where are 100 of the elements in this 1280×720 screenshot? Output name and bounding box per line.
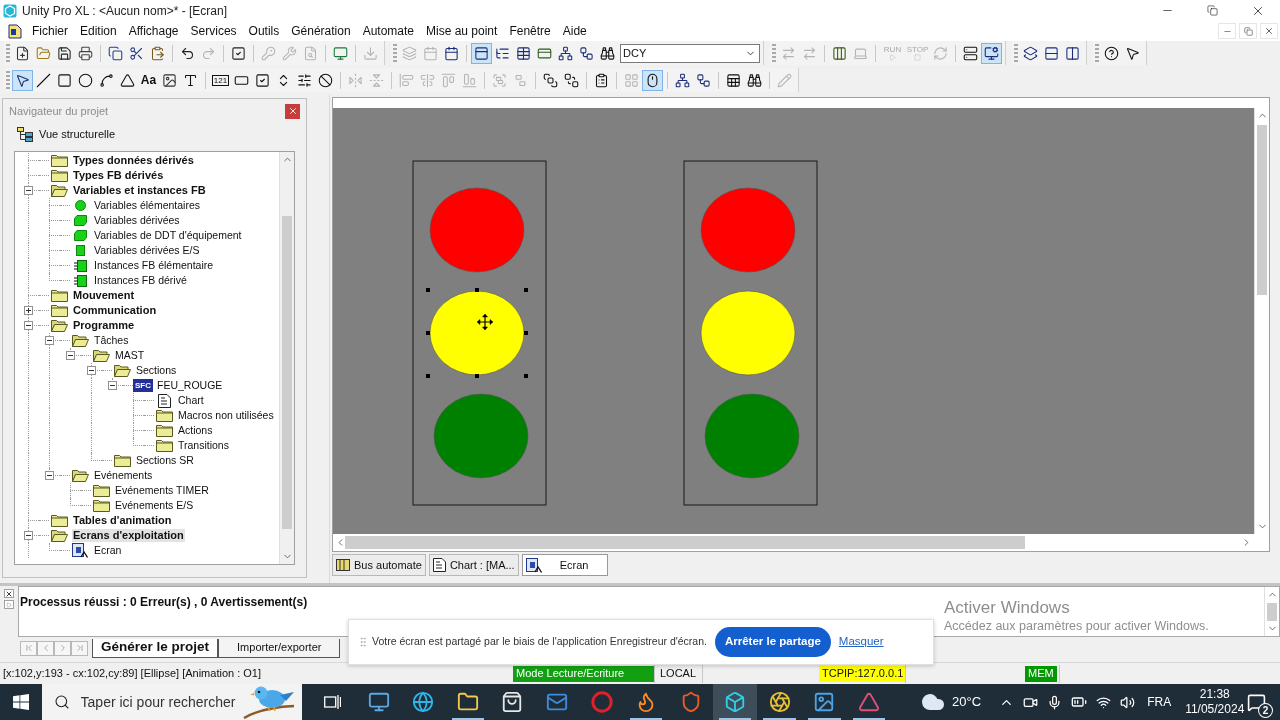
- toolbar-grip[interactable]: [6, 44, 10, 62]
- tree-item[interactable]: Evénements TIMER: [114, 484, 210, 497]
- numeric-field-tool-button[interactable]: 121: [210, 69, 231, 91]
- help-icon: [1104, 45, 1119, 61]
- key-icon: [261, 45, 276, 61]
- stop-sharing-button[interactable]: Arrêter le partage: [714, 627, 831, 657]
- menu-item[interactable]: Aide: [556, 21, 593, 41]
- folder-icon: [456, 691, 479, 713]
- hide-link[interactable]: Masquer: [838, 633, 884, 651]
- search-box[interactable]: Taper ici pour rechercher: [41, 684, 302, 720]
- menu-item[interactable]: Services: [184, 21, 243, 41]
- monitor-icon: [333, 45, 348, 61]
- output-tab[interactable]: Importer/exporter: [218, 638, 341, 658]
- tree-item[interactable]: Evénements: [93, 469, 154, 482]
- folder-icon: [50, 169, 68, 182]
- collapse-icon[interactable]: [45, 471, 54, 480]
- grip-icon[interactable]: [357, 636, 369, 648]
- collapse-icon[interactable]: [108, 381, 117, 390]
- close-button[interactable]: [4, 589, 14, 598]
- language-indicator[interactable]: FRA: [1147, 693, 1172, 711]
- move-cursor-icon: [476, 313, 494, 331]
- toolbar-grip[interactable]: [1095, 44, 1099, 62]
- tree-item[interactable]: Variables élémentaires: [93, 199, 202, 212]
- tree-item[interactable]: Actions: [177, 424, 214, 437]
- tree-item[interactable]: Chart: [177, 394, 205, 407]
- menu-item[interactable]: Outils: [242, 21, 286, 41]
- tree-item[interactable]: Evénements E/S: [114, 499, 195, 512]
- toolbar-grip[interactable]: [772, 44, 776, 62]
- menu-item[interactable]: Edition: [74, 21, 123, 41]
- tree-item[interactable]: Tables d'animation: [72, 514, 173, 527]
- pointer-button[interactable]: [12, 69, 33, 91]
- window-button[interactable]: [471, 42, 492, 64]
- binoculars-icon: [600, 45, 615, 61]
- tree-item[interactable]: Types FB dérivés: [72, 169, 165, 182]
- menu-item[interactable]: Fichier: [26, 21, 74, 41]
- tree-item[interactable]: Mouvement: [72, 289, 136, 302]
- battery-icon[interactable]: [1071, 694, 1088, 710]
- document-tab[interactable]: Bus automate: [332, 554, 426, 576]
- toolbar-grip[interactable]: [393, 44, 397, 62]
- shopping-bag-icon: [501, 691, 524, 713]
- collapse-icon[interactable]: [24, 531, 33, 540]
- tree-item[interactable]: MAST: [114, 349, 146, 362]
- cube-icon: [724, 691, 747, 713]
- microphone-icon[interactable]: [1047, 694, 1063, 710]
- collapse-icon[interactable]: [24, 186, 33, 195]
- document-tab[interactable]: Ecran: [521, 554, 608, 576]
- speaker-icon[interactable]: [1120, 694, 1136, 710]
- play-icon: [889, 54, 896, 61]
- menu-item[interactable]: Automate: [356, 21, 420, 41]
- tree-item[interactable]: Instances FB dérivé: [93, 274, 188, 287]
- scrollbar-thumb[interactable]: [1257, 125, 1267, 295]
- vertical-scrollbar[interactable]: [279, 152, 294, 564]
- wifi-icon[interactable]: [1096, 694, 1112, 710]
- tree-item[interactable]: Communication: [72, 304, 158, 317]
- tree-item[interactable]: Variables de DDT d'équipement: [93, 229, 243, 242]
- triangle-icon: [857, 691, 880, 713]
- vertical-scrollbar[interactable]: [1264, 587, 1279, 636]
- tree-item[interactable]: Instances FB élémentaire: [93, 259, 215, 272]
- tree-item[interactable]: Sections: [135, 364, 178, 377]
- dropdown[interactable]: DCY: [620, 43, 760, 63]
- tree-item[interactable]: Transitions: [177, 439, 230, 452]
- activation-message: Accédez aux paramètres pour activer Windows.: [944, 618, 1209, 634]
- tree-item[interactable]: Ecran: [93, 544, 123, 557]
- menu-item[interactable]: Fenêtre: [503, 21, 557, 41]
- send-back-icon: [564, 72, 579, 88]
- menu-item[interactable]: Affichage: [122, 21, 185, 41]
- scrollbar-thumb[interactable]: [345, 536, 1025, 549]
- tree-item[interactable]: Sections SR: [135, 454, 195, 467]
- status-field: Mode Lecture/Ecriture: [513, 665, 654, 682]
- menu-item[interactable]: Mise au point: [420, 21, 504, 41]
- toolbar-grip[interactable]: [1014, 44, 1018, 62]
- mouse-button[interactable]: [642, 69, 663, 91]
- collapse-icon[interactable]: [87, 366, 96, 375]
- menu-item[interactable]: Génération: [285, 21, 357, 41]
- text-tool-button[interactable]: Aa: [138, 69, 159, 91]
- tree-item[interactable]: Programme: [72, 319, 136, 332]
- monitor-cog-button[interactable]: [981, 42, 1002, 64]
- toolbar-grip[interactable]: [6, 71, 10, 89]
- scrollbar-thumb[interactable]: [282, 216, 292, 529]
- document-tab[interactable]: Chart : [MA...: [428, 554, 519, 576]
- taskbar-app[interactable]: [712, 684, 758, 720]
- search-field[interactable]: Taper ici pour rechercher: [80, 691, 241, 713]
- clock[interactable]: 21:38 11/05/2024: [1185, 687, 1245, 717]
- tree-item[interactable]: Tâches: [93, 334, 130, 347]
- table-icon: [726, 72, 741, 88]
- tree-item[interactable]: FEU_ROUGE: [156, 379, 224, 392]
- tree-item[interactable]: Variables dérivées E/S: [93, 244, 201, 257]
- collapse-icon[interactable]: [24, 321, 33, 330]
- type-icon: [183, 72, 198, 88]
- collapse-icon[interactable]: [66, 351, 75, 360]
- scrollbar-thumb[interactable]: [1267, 603, 1277, 621]
- expand-icon[interactable]: [24, 306, 33, 315]
- tree-item[interactable]: Variables et instances FB: [72, 184, 207, 197]
- tree-item[interactable]: Variables dérivées: [93, 214, 181, 227]
- output-tab[interactable]: Générer le projet: [92, 638, 219, 658]
- collapse-icon[interactable]: [45, 336, 54, 345]
- tree-item[interactable]: Types données dérivés: [72, 154, 195, 167]
- tree-item[interactable]: Ecrans d'exploitation: [72, 529, 185, 542]
- tree-item[interactable]: Macros non utilisées: [177, 409, 275, 422]
- redo-icon: [201, 45, 216, 61]
